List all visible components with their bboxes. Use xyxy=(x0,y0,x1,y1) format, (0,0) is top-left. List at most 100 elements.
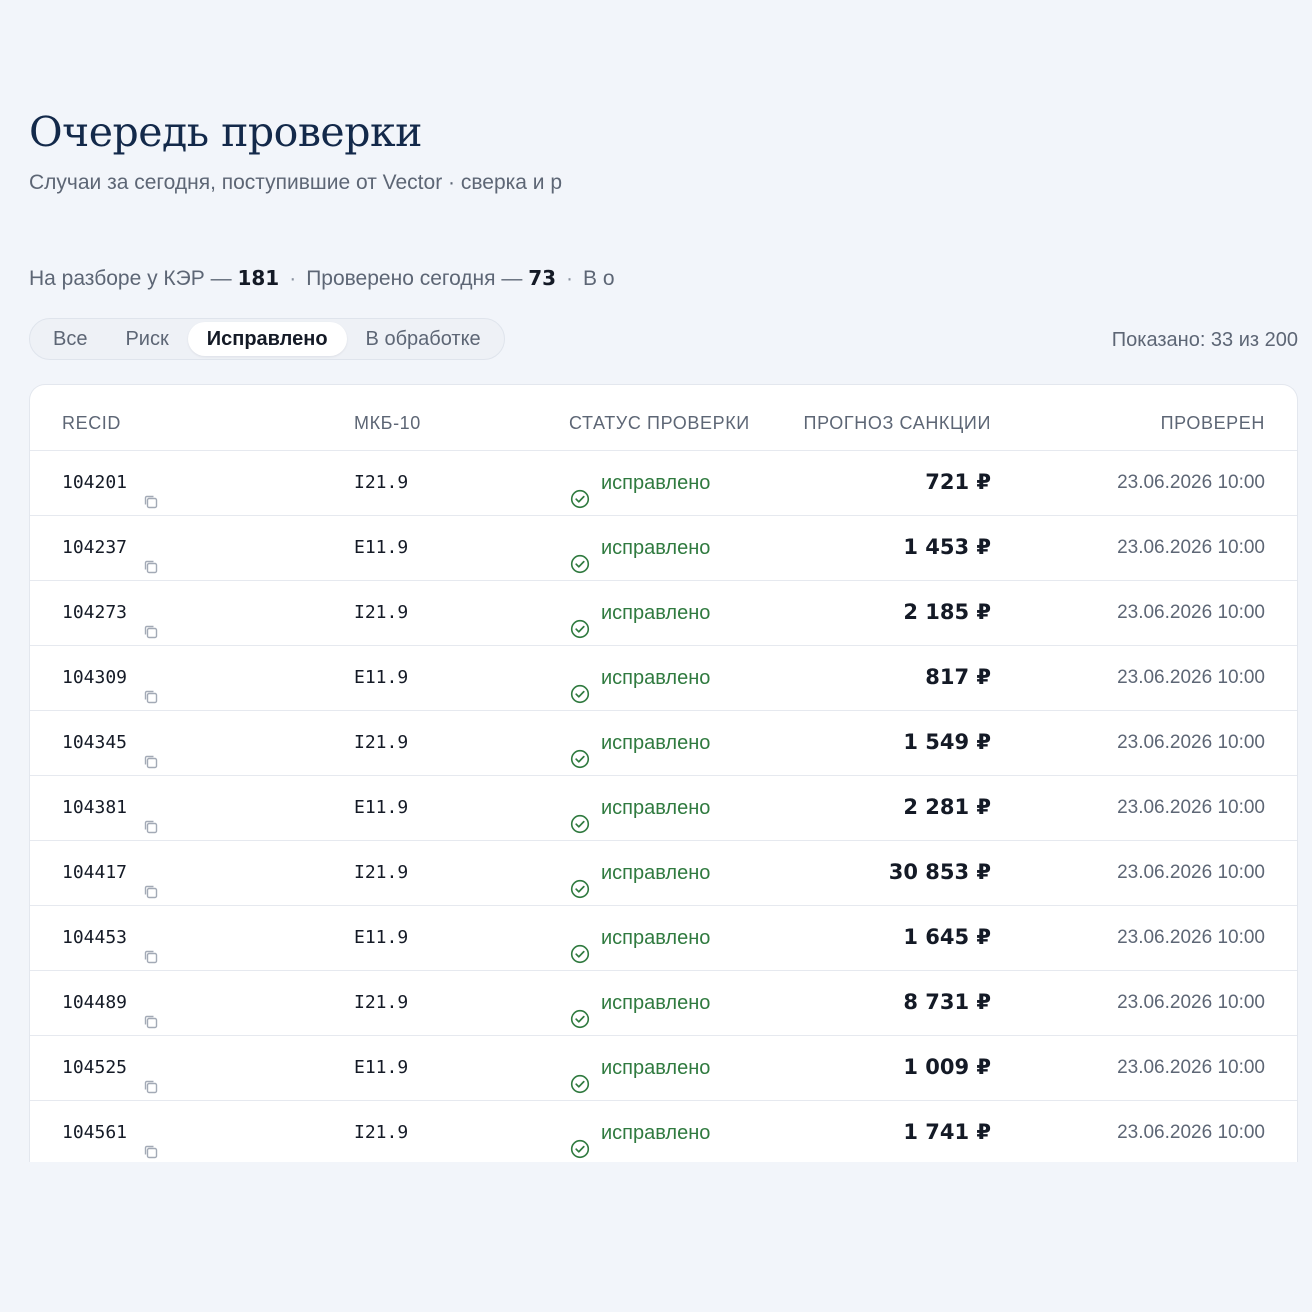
recid-cell: 104417 xyxy=(62,841,160,905)
checked-cell: 23.06.2026 10:00 xyxy=(1117,537,1265,558)
filter-tabs: Все Риск Исправлено В обработке xyxy=(29,318,505,360)
copy-icon[interactable] xyxy=(142,929,160,964)
copy-icon[interactable] xyxy=(142,474,160,509)
table-body: 104201 I21.9 исправлено 721 ₽ 23.06.2026 10:… xyxy=(30,451,1297,1162)
mkb-cell: I21.9 xyxy=(354,862,409,883)
tab-all[interactable]: Все xyxy=(34,322,106,356)
recid-value: 104309 xyxy=(62,667,128,688)
status-cell: исправлено xyxy=(570,906,710,970)
checked-cell: 23.06.2026 10:00 xyxy=(1117,927,1265,948)
checked-cell: 23.06.2026 10:00 xyxy=(1117,992,1265,1013)
recid-cell: 104237 xyxy=(62,516,160,580)
check-circle-icon xyxy=(570,993,590,1029)
mkb-cell: E11.9 xyxy=(354,797,409,818)
tab-risk[interactable]: Риск xyxy=(106,322,187,356)
copy-icon[interactable] xyxy=(142,734,160,769)
page-title: Очередь проверки xyxy=(29,108,422,156)
sanction-cell: 1 645 ₽ xyxy=(903,925,991,949)
recid-value: 104525 xyxy=(62,1057,128,1078)
sanction-cell: 1 009 ₽ xyxy=(903,1055,991,1079)
status-label: исправлено xyxy=(601,667,711,689)
table-row[interactable]: 104489 I21.9 исправлено 8 731 ₽ 23.06.2026 1… xyxy=(30,971,1297,1036)
table-row[interactable]: 104417 I21.9 исправлено 30 853 ₽ 23.06.2026 … xyxy=(30,841,1297,906)
recid-cell: 104345 xyxy=(62,711,160,775)
table-row[interactable]: 104201 I21.9 исправлено 721 ₽ 23.06.2026 10:… xyxy=(30,451,1297,516)
review-label: На разборе у КЭР — xyxy=(29,267,238,290)
copy-icon[interactable] xyxy=(142,1124,160,1159)
status-label: исправлено xyxy=(601,797,711,819)
copy-icon[interactable] xyxy=(142,669,160,704)
extra-label: В о xyxy=(583,267,615,290)
copy-icon[interactable] xyxy=(142,604,160,639)
sanction-cell: 817 ₽ xyxy=(925,665,991,689)
mkb-cell: I21.9 xyxy=(354,992,409,1013)
copy-icon[interactable] xyxy=(142,799,160,834)
copy-icon[interactable] xyxy=(142,1059,160,1094)
copy-icon[interactable] xyxy=(142,864,160,899)
table-row[interactable]: 104381 E11.9 исправлено 2 281 ₽ 23.06.2026 1… xyxy=(30,776,1297,841)
page-subtitle: Случаи за сегодня, поступившие от Vector… xyxy=(29,171,563,194)
mkb-cell: I21.9 xyxy=(354,1122,409,1143)
copy-icon[interactable] xyxy=(142,539,160,574)
checked-cell: 23.06.2026 10:00 xyxy=(1117,472,1265,493)
status-label: исправлено xyxy=(601,862,711,884)
sanction-cell: 1 453 ₽ xyxy=(903,535,991,559)
table-row[interactable]: 104345 I21.9 исправлено 1 549 ₽ 23.06.2026 1… xyxy=(30,711,1297,776)
sanction-cell: 2 281 ₽ xyxy=(903,795,991,819)
checked-cell: 23.06.2026 10:00 xyxy=(1117,797,1265,818)
status-cell: исправлено xyxy=(570,646,710,710)
separator-dot: · xyxy=(289,267,297,290)
mkb-cell: I21.9 xyxy=(354,732,409,753)
recid-cell: 104201 xyxy=(62,451,160,515)
tab-processing[interactable]: В обработке xyxy=(347,322,500,356)
check-circle-icon xyxy=(570,1123,590,1159)
sanction-cell: 1 741 ₽ xyxy=(903,1120,991,1144)
status-cell: исправлено xyxy=(570,971,710,1035)
check-circle-icon xyxy=(570,1058,590,1094)
mkb-cell: E11.9 xyxy=(354,927,409,948)
checked-cell: 23.06.2026 10:00 xyxy=(1117,602,1265,623)
recid-value: 104489 xyxy=(62,992,128,1013)
status-label: исправлено xyxy=(601,927,711,949)
mkb-cell: E11.9 xyxy=(354,667,409,688)
checked-cell: 23.06.2026 10:00 xyxy=(1117,862,1265,883)
recid-value: 104345 xyxy=(62,732,128,753)
tab-fixed[interactable]: Исправлено xyxy=(187,322,347,356)
recid-cell: 104525 xyxy=(62,1036,160,1100)
table-row[interactable]: 104273 I21.9 исправлено 2 185 ₽ 23.06.2026 1… xyxy=(30,581,1297,646)
sanction-cell: 1 549 ₽ xyxy=(903,730,991,754)
table-row[interactable]: 104453 E11.9 исправлено 1 645 ₽ 23.06.2026 1… xyxy=(30,906,1297,971)
check-circle-icon xyxy=(570,668,590,704)
table-row[interactable]: 104525 E11.9 исправлено 1 009 ₽ 23.06.2026 1… xyxy=(30,1036,1297,1101)
copy-icon[interactable] xyxy=(142,994,160,1029)
sanction-cell: 30 853 ₽ xyxy=(888,860,991,884)
shown-count: Показано: 33 из 200 xyxy=(1111,329,1298,351)
status-cell: исправлено xyxy=(570,451,710,515)
status-label: исправлено xyxy=(601,472,711,494)
check-circle-icon xyxy=(570,733,590,769)
status-label: исправлено xyxy=(601,537,711,559)
table-row[interactable]: 104561 I21.9 исправлено 1 741 ₽ 23.06.2026 1… xyxy=(30,1101,1297,1162)
recid-value: 104453 xyxy=(62,927,128,948)
status-cell: исправлено xyxy=(570,581,710,645)
recid-value: 104561 xyxy=(62,1122,128,1143)
status-label: исправлено xyxy=(601,732,711,754)
status-label: исправлено xyxy=(601,992,711,1014)
check-circle-icon xyxy=(570,603,590,639)
sanction-cell: 2 185 ₽ xyxy=(903,600,991,624)
mkb-cell: E11.9 xyxy=(354,1057,409,1078)
recid-cell: 104273 xyxy=(62,581,160,645)
status-cell: исправлено xyxy=(570,1101,710,1162)
recid-cell: 104561 xyxy=(62,1101,160,1162)
mkb-cell: E11.9 xyxy=(354,537,409,558)
recid-cell: 104489 xyxy=(62,971,160,1035)
table-row[interactable]: 104237 E11.9 исправлено 1 453 ₽ 23.06.2026 1… xyxy=(30,516,1297,581)
recid-cell: 104453 xyxy=(62,906,160,970)
status-label: исправлено xyxy=(601,1122,711,1144)
check-circle-icon xyxy=(570,798,590,834)
status-cell: исправлено xyxy=(570,841,710,905)
status-cell: исправлено xyxy=(570,711,710,775)
checked-cell: 23.06.2026 10:00 xyxy=(1117,667,1265,688)
checked-count: 73 xyxy=(528,266,557,290)
table-row[interactable]: 104309 E11.9 исправлено 817 ₽ 23.06.2026 10:… xyxy=(30,646,1297,711)
